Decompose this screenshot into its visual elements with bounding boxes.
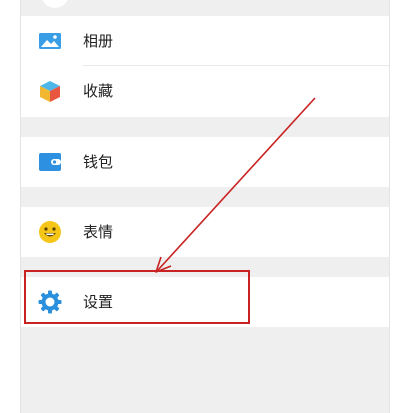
settings-menu-screen: 相册 收藏 钱包 表情 设置 (20, 0, 390, 413)
menu-item-label: 收藏 (83, 82, 114, 100)
menu-item-label: 钱包 (83, 153, 114, 171)
smiley-emoji-icon (39, 221, 61, 243)
menu-item-favorites[interactable]: 收藏 (21, 66, 389, 116)
menu-item-wallet[interactable]: 钱包 (21, 137, 389, 187)
menu-group-wallet: 钱包 (21, 137, 389, 187)
menu-item-label: 相册 (83, 32, 114, 50)
favorites-cube-icon (40, 81, 60, 102)
menu-item-label: 表情 (83, 223, 114, 241)
menu-group-album-favorites: 相册 收藏 (21, 16, 389, 117)
top-separator (21, 0, 389, 16)
menu-item-emoji[interactable]: 表情 (21, 207, 389, 257)
wallet-icon (39, 153, 61, 171)
avatar (41, 0, 69, 8)
photo-album-icon (39, 33, 61, 49)
menu-group-emoji: 表情 (21, 207, 389, 257)
menu-item-album[interactable]: 相册 (21, 16, 389, 66)
annotation-highlight-box (24, 270, 250, 324)
